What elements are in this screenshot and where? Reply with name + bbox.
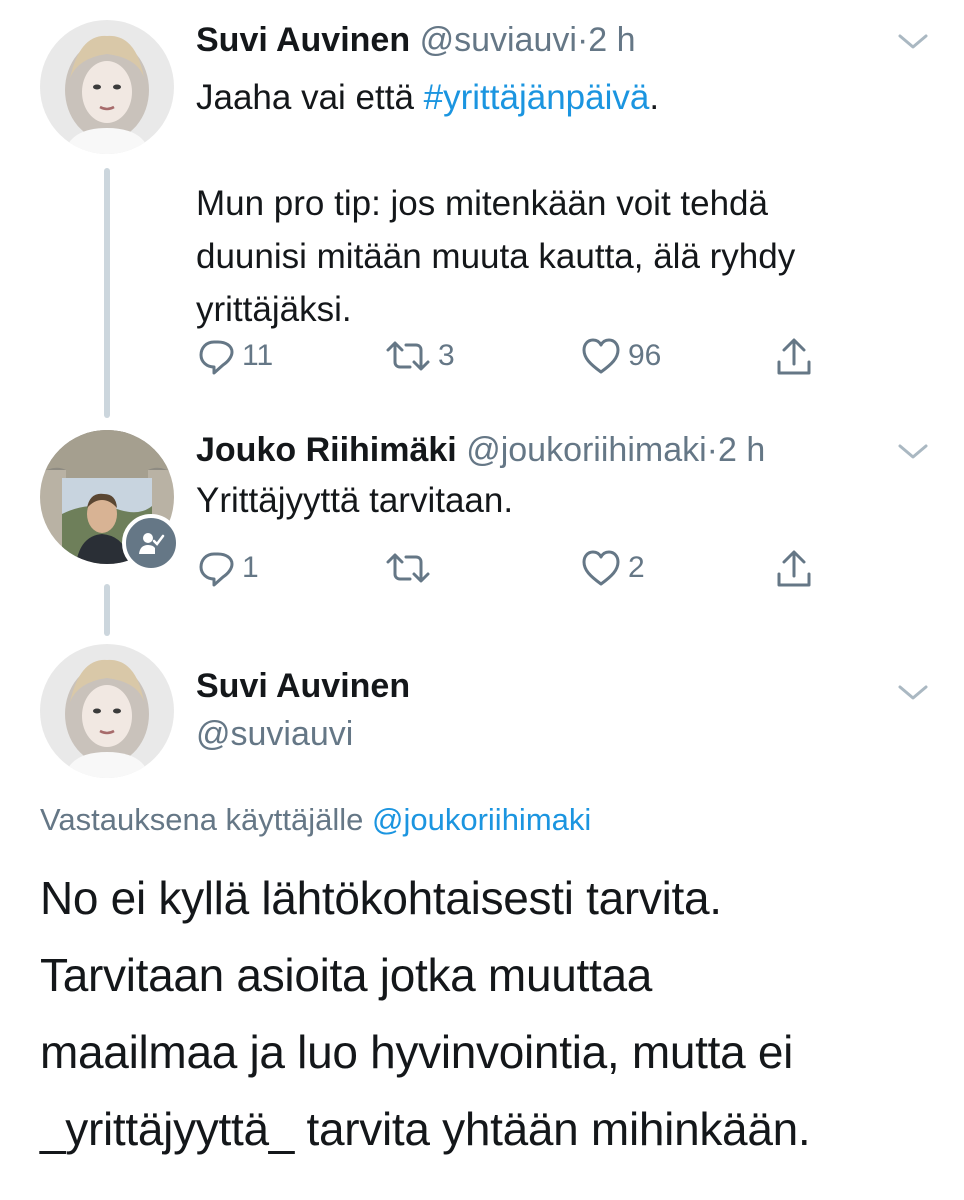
like-count: 2: [628, 551, 645, 584]
chevron-down-icon[interactable]: [896, 683, 930, 703]
chevron-down-icon[interactable]: [896, 442, 930, 462]
tweet-line: Tarvitaan asioita jotka muuttaa: [40, 949, 653, 1001]
tweet-line: Mun pro tip: jos mitenkään voit tehdä: [196, 184, 768, 223]
like-button[interactable]: 96: [580, 336, 661, 376]
author-handle[interactable]: @suviauvi: [196, 714, 353, 754]
tweet-thread: Suvi Auvinen @suviauvi·2 h Jaaha vai ett…: [0, 0, 964, 1200]
author-name-text: Suvi Auvinen: [196, 667, 411, 705]
like-count: 96: [628, 339, 662, 372]
hashtag-link[interactable]: #yrittäjänpäivä: [424, 78, 650, 117]
avatar-suvi[interactable]: [40, 644, 174, 778]
like-button[interactable]: 2: [580, 548, 645, 588]
share-button[interactable]: [774, 336, 814, 378]
tweet-line: Jaaha vai että #yrittäjänpäivä.: [196, 71, 936, 124]
author-name[interactable]: Suvi Auvinen: [196, 666, 410, 706]
reply-button[interactable]: 1: [196, 548, 259, 588]
tweet-body: Jaaha vai että #yrittäjänpäivä. Mun pro …: [196, 71, 936, 336]
tweet-line: maailmaa ja luo hyvinvointia, mutta ei: [40, 1026, 794, 1078]
timestamp[interactable]: 2 h: [718, 431, 765, 469]
timestamp[interactable]: 2 h: [588, 21, 635, 59]
author-handle[interactable]: @suviauvi: [420, 21, 577, 59]
share-icon: [777, 550, 811, 587]
thread-line: [104, 168, 110, 418]
reply-count: 11: [242, 339, 274, 372]
reply-icon: [199, 340, 234, 375]
share-icon: [777, 338, 811, 375]
like-icon: [582, 338, 620, 374]
verified-user-badge-icon: [122, 514, 180, 572]
tweet-line: No ei kyllä lähtökohtaisesti tarvita.: [40, 872, 722, 924]
separator: ·: [576, 21, 589, 59]
reply-icon: [199, 552, 234, 587]
tweet-body: Yrittäjyyttä tarvitaan.: [196, 474, 936, 527]
replying-to: Vastauksena käyttäjälle @joukoriihimaki: [40, 800, 591, 840]
focused-tweet-body: No ei kyllä lähtökohtaisesti tarvita. Ta…: [40, 860, 940, 1168]
thread-line: [104, 584, 110, 636]
author-name[interactable]: Suvi Auvinen: [196, 21, 410, 59]
mention-link[interactable]: @joukoriihimaki: [372, 802, 591, 837]
tweet-header: Jouko Riihimäki @joukoriihimaki·2 h: [196, 430, 765, 470]
reply-button[interactable]: 11: [196, 336, 273, 376]
avatar-suvi[interactable]: [40, 20, 174, 154]
replying-to-label: Vastauksena käyttäjälle: [40, 802, 373, 837]
chevron-down-icon[interactable]: [896, 32, 930, 52]
author-handle-text: @suviauvi: [196, 715, 354, 753]
retweet-count: 3: [438, 339, 455, 372]
author-handle[interactable]: @joukoriihimaki: [466, 431, 706, 469]
separator: ·: [706, 431, 718, 469]
reply-count: 1: [242, 551, 259, 584]
retweet-button[interactable]: [384, 548, 438, 588]
tweet-line: duunisi mitään muuta kautta, älä ryhdy: [196, 237, 796, 276]
retweet-icon: [386, 341, 430, 371]
share-button[interactable]: [774, 548, 814, 590]
author-name[interactable]: Jouko Riihimäki: [196, 431, 457, 469]
like-icon: [582, 550, 620, 586]
retweet-button[interactable]: 3: [384, 336, 455, 376]
tweet-text-prefix: Jaaha vai että: [196, 78, 424, 117]
tweet-line: _yrittäjyyttä_ tarvita yhtään mihinkään.: [40, 1103, 811, 1155]
tweet-line: yrittäjäksi.: [196, 290, 352, 329]
tweet-line: Yrittäjyyttä tarvitaan.: [196, 481, 514, 520]
tweet-header: Suvi Auvinen @suviauvi·2 h: [196, 20, 636, 60]
tweet-text-suffix: .: [649, 78, 660, 117]
retweet-icon: [386, 553, 430, 583]
